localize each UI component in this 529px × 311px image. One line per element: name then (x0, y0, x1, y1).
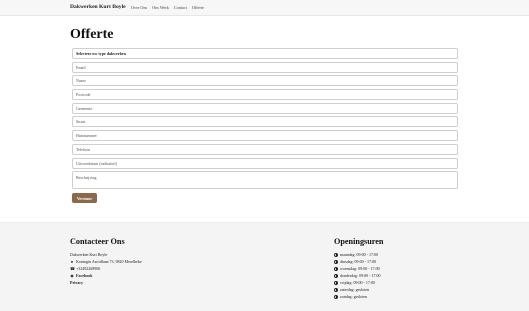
hours-line: zaterdag: gesloten (334, 286, 484, 293)
navbar: Dakwerken Kurt Boyle Over Ons Ons Werk C… (0, 0, 529, 16)
hours-line: woensdag: 09:00 - 17:00 (334, 265, 484, 272)
submit-button[interactable]: Verstuur (72, 193, 97, 203)
phone-field[interactable]: Telefoon (72, 143, 458, 155)
nav-link-over-ons[interactable]: Over Ons (131, 5, 147, 10)
quote-form: Selecteer uw type dakwerken Email Naam P… (72, 48, 458, 192)
clock-icon (334, 280, 338, 285)
clock-icon (334, 266, 338, 271)
phone-icon: ☎ (70, 265, 75, 271)
hours-line: dinsdag: 09:00 - 17:00 (334, 258, 484, 265)
page-title: Offerte (70, 27, 114, 42)
contact-title: Contacteer Ons (70, 237, 125, 246)
map-marker-icon: ● (70, 258, 74, 264)
facebook-icon: ◉ (70, 272, 74, 278)
hours-line: maandag: 09:00 - 17:00 (334, 251, 484, 258)
company-name: Dakwerken Kurt Boyle (70, 252, 108, 257)
name-field[interactable]: Naam (72, 75, 458, 87)
footer: Contacteer Ons Dakwerken Kurt Boyle ● Kon… (0, 222, 529, 311)
nav-link-ons-werk[interactable]: Ons Werk (152, 5, 169, 10)
contact-section: Contacteer Ons Dakwerken Kurt Boyle ● Kon… (70, 237, 270, 286)
hours-line: donderdag: 09:00 - 17:00 (334, 272, 484, 279)
privacy-link[interactable]: Privacy (70, 279, 270, 286)
description-textarea[interactable]: Beschrijving (72, 171, 458, 190)
opening-hours-section: Openingsuren maandag: 09:00 - 17:00 dins… (334, 237, 484, 300)
nav-links: Over Ons Ons Werk Contact Offerte (131, 5, 204, 10)
house-number-field[interactable]: Huisnummer (72, 130, 458, 142)
phone-line[interactable]: ☎ +32492268906 (70, 265, 270, 272)
clock-icon (334, 273, 338, 278)
email-field[interactable]: Email (72, 61, 458, 73)
clock-icon (334, 287, 338, 292)
brand-logo-text[interactable]: Dakwerken Kurt Boyle (70, 4, 126, 10)
clock-icon (334, 259, 338, 264)
roof-type-select[interactable]: Selecteer uw type dakwerken (72, 48, 458, 59)
opening-hours-title: Openingsuren (334, 237, 384, 246)
nav-link-contact[interactable]: Contact (174, 5, 187, 10)
nav-link-offerte[interactable]: Offerte (192, 5, 204, 10)
street-field[interactable]: Straat (72, 116, 458, 128)
municipality-field[interactable]: Gemeente (72, 102, 458, 114)
facebook-link[interactable]: ◉ Facebook (70, 272, 270, 279)
clock-icon (334, 294, 338, 299)
address-line: ● Koningin Astridlaan 73, 9820 Merelbeke (70, 258, 142, 264)
postcode-field[interactable]: Postcode (72, 89, 458, 101)
execution-date-field[interactable]: Uitvoerdatum (indicatief) (72, 157, 458, 169)
hours-line: vrijdag: 09:00 - 17:00 (334, 279, 484, 286)
clock-icon (334, 252, 338, 257)
hours-line: zondag: gesloten (334, 293, 484, 300)
